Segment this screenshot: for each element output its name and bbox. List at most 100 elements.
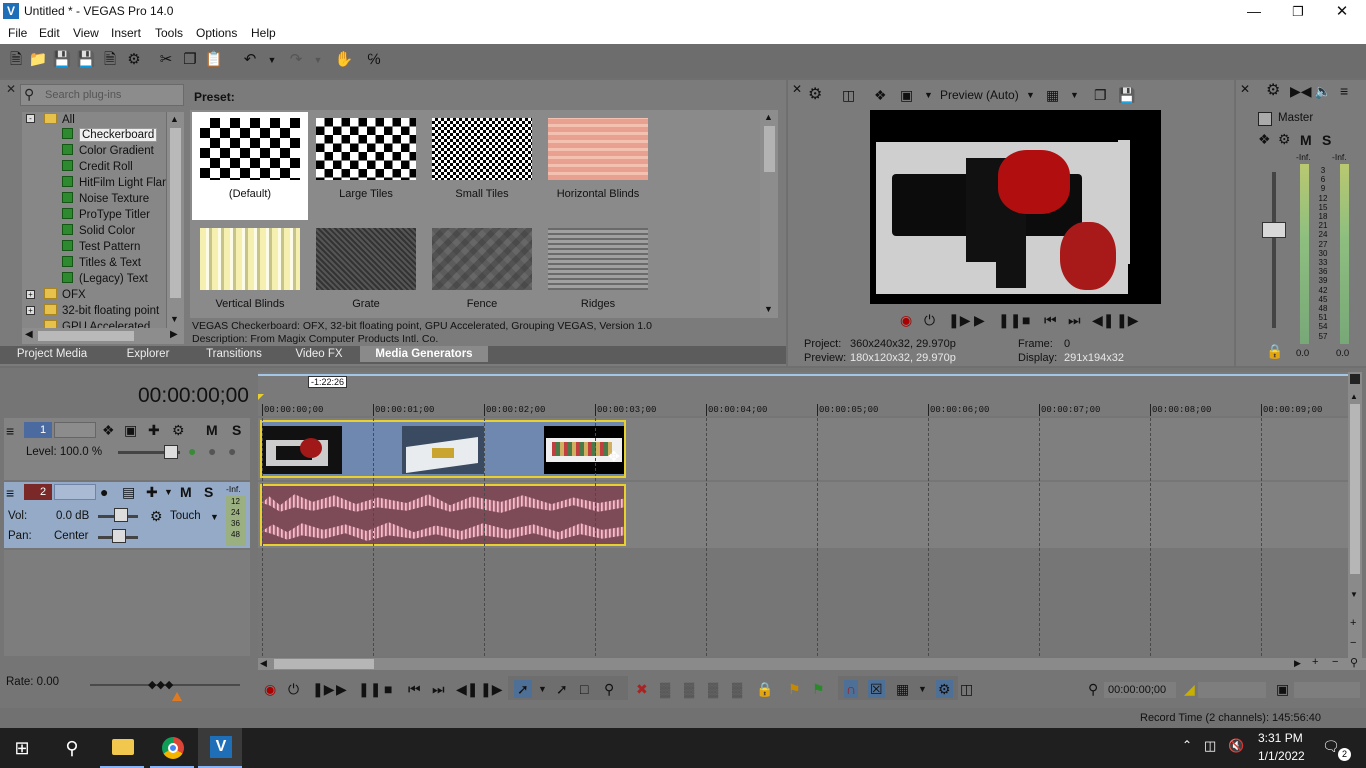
search-icon[interactable]: ⚲ — [50, 728, 94, 768]
auto-crossfade-icon[interactable]: ☒ — [868, 680, 885, 698]
file-explorer-icon[interactable] — [100, 728, 144, 768]
windows-start-icon[interactable]: ⊞ — [0, 728, 44, 768]
dropdown-icon[interactable]: ▼ — [210, 508, 219, 526]
menu-edit[interactable]: Edit — [39, 26, 60, 40]
envelope-tool-icon[interactable]: ➚ — [556, 680, 568, 698]
go-to-end-icon[interactable]: ⏭ — [432, 680, 445, 698]
next-frame-icon[interactable]: ❚▶ — [1116, 311, 1139, 329]
video-mute-button[interactable]: M — [206, 422, 218, 438]
video-solo-button[interactable]: S — [232, 422, 241, 438]
vscroll-thumb[interactable] — [1350, 404, 1360, 574]
save-as-icon[interactable]: 💾 — [76, 50, 96, 70]
maximize-button[interactable]: ❐ — [1276, 0, 1320, 24]
scroll-thumb[interactable] — [170, 128, 181, 298]
preview-quality-dropdown[interactable]: Preview (Auto) — [940, 88, 1019, 102]
tab-project-media[interactable]: Project Media — [4, 346, 100, 362]
whats-this-help-icon[interactable]: ℅ — [364, 50, 384, 70]
preset-horizontal-blinds[interactable]: Horizontal Blinds — [540, 112, 656, 220]
track-gear-icon[interactable]: ⚙ — [172, 421, 185, 439]
pause-icon[interactable]: ❚❚ — [358, 680, 381, 698]
insert-region-icon[interactable]: ⚑ — [812, 680, 825, 698]
lock-event-icon[interactable]: 🔒 — [756, 680, 773, 698]
master-solo-button[interactable]: S — [1322, 132, 1331, 148]
tree-collapse-icon[interactable]: - — [26, 114, 35, 123]
previous-frame-icon[interactable]: ◀❚ — [1092, 311, 1115, 329]
mixer-menu-icon[interactable]: ≡ — [1340, 82, 1348, 100]
audio-solo-button[interactable]: S — [204, 484, 213, 500]
close-button[interactable]: ✕ — [1320, 0, 1364, 24]
audio-fx-icon[interactable]: ▤ — [122, 483, 135, 501]
master-fx-icon[interactable]: ❖ — [1258, 130, 1271, 148]
rate-slider-knob[interactable]: ◆◆◆ — [148, 678, 173, 691]
video-event-clip[interactable] — [260, 420, 626, 478]
plugin-search-box[interactable]: ⚲ Search plug-ins — [20, 84, 184, 106]
scroll-up-icon[interactable]: ▲ — [1350, 392, 1358, 401]
menu-insert[interactable]: Insert — [111, 26, 141, 40]
tree-item-credit-roll[interactable]: Credit Roll — [62, 159, 133, 175]
scroll-down-icon[interactable]: ▼ — [1350, 590, 1358, 599]
next-frame-icon[interactable]: ❚▶ — [480, 680, 503, 698]
panel-close-icon[interactable]: ✕ — [1240, 82, 1250, 96]
preset-vertical-blinds[interactable]: Vertical Blinds — [192, 222, 308, 318]
taskbar-time[interactable]: 3:31 PM — [1258, 731, 1303, 745]
tree-expand-icon[interactable]: + — [26, 306, 35, 315]
scroll-right-icon[interactable]: ▶ — [1294, 658, 1301, 669]
go-to-start-icon[interactable]: ⏮ — [1044, 311, 1057, 329]
video-track-header[interactable]: ≡ 1 ❖ ▣ ✚ ⚙ M S Level: 100.0 % ● ● ● — [4, 418, 250, 480]
preset-ridges[interactable]: Ridges — [540, 222, 656, 318]
volume-slider-knob[interactable] — [114, 508, 128, 522]
composite-child-icon[interactable]: ● — [208, 442, 216, 460]
stop-icon[interactable]: ■ — [384, 680, 392, 698]
trim-icon[interactable]: ▓ — [660, 680, 670, 698]
audio-event-clip[interactable] — [260, 484, 626, 546]
timeline-vscrollbar[interactable]: ▲ ▼ + − — [1348, 372, 1362, 670]
previous-frame-icon[interactable]: ◀❚ — [456, 680, 479, 698]
pause-icon[interactable]: ❚❚ — [998, 311, 1021, 329]
menu-options[interactable]: Options — [196, 26, 237, 40]
show-hidden-icons-icon[interactable]: ⌃ — [1182, 738, 1192, 752]
preset-large-tiles[interactable]: Large Tiles — [308, 112, 424, 220]
menu-view[interactable]: View — [73, 26, 99, 40]
panel-close-icon[interactable]: ✕ — [6, 82, 16, 96]
track-fx-icon[interactable]: ▣ — [124, 421, 137, 439]
lock-icon[interactable]: 🔒 — [1266, 342, 1283, 360]
vegas-taskbar-icon[interactable]: V — [198, 728, 242, 768]
copy-icon[interactable]: ❐ — [180, 50, 200, 70]
minimize-button[interactable]: — — [1232, 0, 1276, 24]
audio-track-name-field[interactable] — [54, 484, 96, 500]
network-icon[interactable]: ◫ — [1204, 738, 1216, 754]
go-to-end-icon[interactable]: ⏭ — [1068, 311, 1081, 329]
undo-dropdown-icon[interactable]: ▼ — [262, 50, 282, 70]
insert-marker-icon[interactable]: ⚑ — [788, 680, 801, 698]
audio-track-header[interactable]: ≡ 2 ● ▤ ✚ ▼ M S -Inf. 12 24 36 48 Vol: 0… — [4, 482, 250, 548]
copy-snapshot-icon[interactable]: ❐ — [1094, 86, 1107, 104]
scroll-down-icon[interactable]: ▼ — [170, 314, 179, 324]
hand-tool-icon[interactable]: ✋ — [334, 50, 354, 70]
composite-mode-icon[interactable]: ● — [228, 442, 236, 460]
lock-envelopes-icon[interactable]: ⚙ — [936, 680, 953, 698]
audio-route-icon[interactable]: ✚ — [146, 483, 158, 501]
compositing-mode-icon[interactable]: ✚ — [148, 421, 160, 439]
dropdown-icon[interactable]: ▼ — [924, 86, 933, 104]
tree-item-protype-titler[interactable]: ProType Titler — [62, 207, 150, 223]
master-mute-button[interactable]: M — [1300, 132, 1312, 148]
normal-edit-tool-icon[interactable]: ➚ — [514, 680, 532, 698]
trim-end-icon[interactable]: ▓ — [708, 680, 718, 698]
scroll-left-icon[interactable]: ◀ — [260, 658, 267, 669]
paste-icon[interactable]: 📋 — [204, 50, 224, 70]
tree-item-color-gradient[interactable]: Color Gradient — [62, 143, 154, 159]
menu-tools[interactable]: Tools — [155, 26, 183, 40]
trim-start-icon[interactable]: ▓ — [684, 680, 694, 698]
split-screen-icon[interactable]: ❖ — [874, 86, 887, 104]
preset-small-tiles[interactable]: Small Tiles — [424, 112, 540, 220]
tree-item-hitfilm-light-flares[interactable]: HitFilm Light Flares — [62, 175, 178, 191]
automation-gear-icon[interactable]: ⚙ — [150, 507, 163, 525]
arm-record-icon[interactable]: ● — [100, 483, 108, 501]
new-file-icon[interactable]: 🗎 — [6, 50, 26, 70]
scroll-up-icon[interactable]: ▲ — [170, 114, 179, 124]
loop-region-marker[interactable]: -1:22:26 — [308, 376, 348, 388]
downmix-icon[interactable]: ▶◀ — [1290, 82, 1312, 100]
split-icon[interactable]: ▓ — [732, 680, 742, 698]
stop-icon[interactable]: ■ — [1022, 311, 1030, 329]
mixer-properties-icon[interactable]: ⚙ — [1266, 82, 1280, 100]
